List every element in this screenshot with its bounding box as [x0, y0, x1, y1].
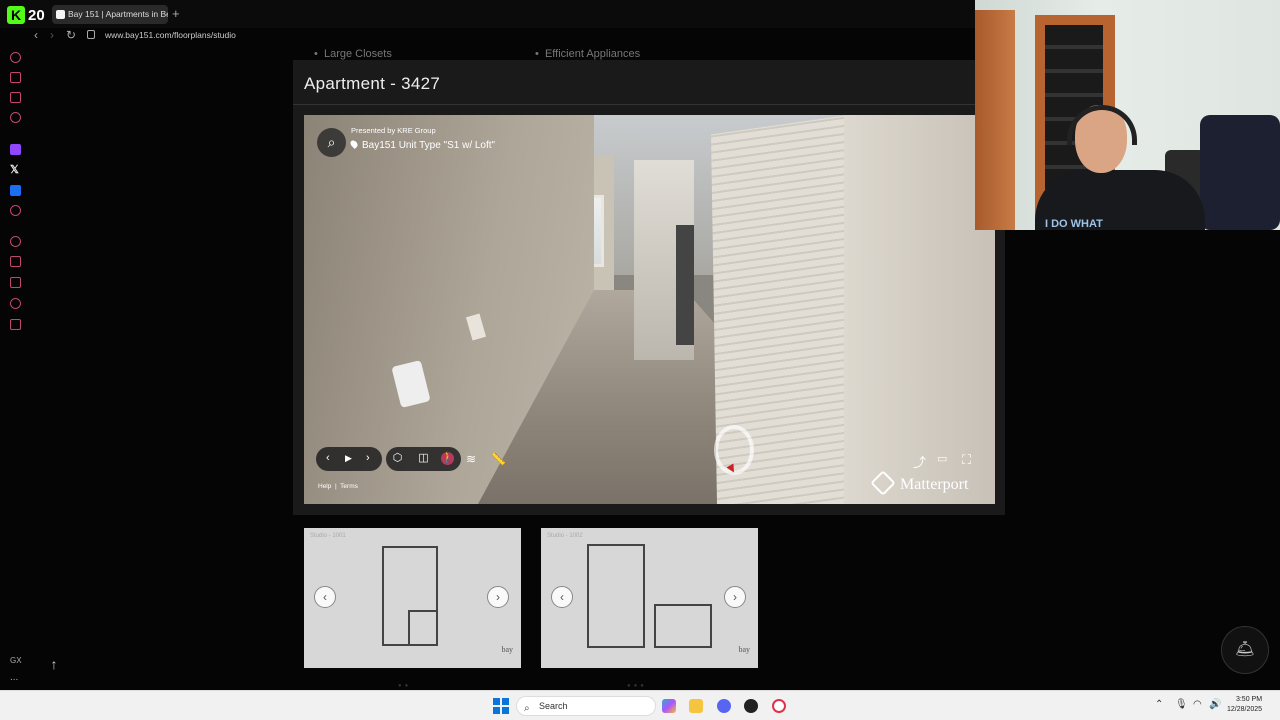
share-icon[interactable]: ⤴	[913, 452, 926, 471]
sidebar-store-icon[interactable]	[10, 112, 21, 123]
volume-icon[interactable]: 🔊	[1209, 699, 1221, 710]
browser-sidebar: 𝕏 GX ...	[0, 46, 30, 691]
next-icon[interactable]: ›	[366, 452, 370, 464]
floorplan-room	[408, 610, 438, 646]
forward-icon[interactable]: ›	[50, 28, 54, 42]
presented-by: Presented by KRE Group	[351, 126, 436, 135]
tab-title: Bay 151 | Apartments in Be	[68, 9, 168, 19]
copilot-icon[interactable]	[662, 699, 676, 713]
sidebar-social-icon[interactable]	[10, 205, 21, 216]
back-icon[interactable]: ‹	[34, 28, 38, 42]
concierge-bell-icon[interactable]: 🛎	[1221, 626, 1269, 674]
new-tab-button[interactable]: +	[172, 6, 180, 21]
fullscreen-icon[interactable]: ⛶	[962, 452, 971, 468]
floorplan-prev-icon[interactable]: ‹	[551, 586, 573, 608]
taskbar-search-label: Search	[539, 701, 568, 711]
matterport-mark-icon	[870, 470, 896, 496]
scroll-top-button[interactable]: ↑	[40, 650, 68, 678]
sidebar-gaming-icon[interactable]	[10, 72, 21, 83]
lock-icon	[87, 30, 95, 39]
reload-icon[interactable]: ↻	[66, 28, 76, 42]
sidebar-inbox-icon[interactable]	[10, 319, 21, 330]
sidebar-mods-icon[interactable]	[10, 92, 21, 103]
microphone-icon[interactable]: 🎙	[1175, 699, 1188, 710]
sidebar-player-icon[interactable]	[10, 236, 21, 247]
floorplan-next-icon[interactable]: ›	[487, 586, 509, 608]
webcam-streamer: I DO WHAT	[1035, 100, 1205, 230]
matterport-logo[interactable]: Matterport	[870, 470, 968, 496]
play-icon[interactable]: ▶	[345, 453, 352, 464]
modal-title: Apartment - 3427	[304, 74, 441, 93]
file-explorer-icon[interactable]	[689, 699, 703, 713]
webcam-overlay: I DO WHAT	[975, 0, 1280, 230]
floorplan-icon[interactable]: ◫	[417, 452, 430, 465]
tray-chevron-icon[interactable]: ⌃	[1155, 699, 1163, 710]
sidebar-pin-icon[interactable]	[10, 298, 21, 309]
taskbar-clock[interactable]: 3:50 PM 12/28/2025	[1227, 695, 1262, 715]
floorplan-card[interactable]: Studio - 1002 ‹ › bay	[541, 528, 758, 668]
amenity-item: • Efficient Appliances	[535, 48, 641, 60]
opera-gx-icon[interactable]	[772, 699, 786, 713]
bay-logo: bay	[738, 645, 750, 654]
walk-icon[interactable]: 🚶	[441, 452, 455, 465]
floorplan-next-icon[interactable]: ›	[724, 586, 746, 608]
address-bar: ‹ › ↻ www.bay151.com/floorplans/studio	[0, 26, 975, 44]
measure-icon[interactable]: 📏	[491, 452, 506, 466]
floorplan-drawing	[587, 544, 645, 648]
floorplan-card[interactable]: Studio - 1001 ‹ › bay	[304, 528, 521, 668]
scene-fridge	[676, 225, 694, 345]
app-icon[interactable]	[744, 699, 758, 713]
browser-tab[interactable]: Bay 151 | Apartments in Be	[52, 5, 168, 24]
floors-icon[interactable]: ≋	[466, 452, 476, 466]
clock-time: 3:50 PM	[1235, 696, 1263, 703]
carousel-dots[interactable]: ●●●	[627, 683, 647, 689]
help-link[interactable]: Help	[318, 483, 331, 490]
headphones-icon	[1067, 105, 1137, 145]
kick-count: 20	[28, 7, 45, 24]
windows-start-icon[interactable]	[493, 698, 509, 714]
dollhouse-icon[interactable]: ⬡	[391, 452, 404, 465]
x-icon[interactable]: 𝕏	[10, 163, 19, 176]
floorplan-label: Studio - 1001	[310, 533, 346, 539]
location-pin-icon	[349, 139, 359, 149]
webcam-door	[975, 10, 1015, 230]
sidebar-send-icon[interactable]	[10, 256, 21, 267]
sidebar-more-icon[interactable]: ...	[10, 672, 18, 683]
help-terms: Help | Terms	[318, 483, 358, 490]
matterport-viewer[interactable]: ⌕ Presented by KRE Group Bay151 Unit Typ…	[304, 115, 995, 504]
floorplan-loft	[654, 604, 712, 648]
search-icon[interactable]: ⌕	[317, 128, 346, 157]
unit-type-label[interactable]: Bay151 Unit Type "S1 w/ Loft"	[349, 139, 495, 151]
windows-taskbar: ⌕ Search ⌃ 🎙 ◠ 🔊 3:50 PM 12/28/2025	[0, 690, 1280, 720]
site-favicon-icon	[56, 10, 65, 19]
scene-door-frame	[844, 115, 995, 504]
discord-icon[interactable]	[717, 699, 731, 713]
tour-nav-pill: ‹ ▶ ›	[316, 447, 382, 471]
sidebar-gx-label[interactable]: GX	[10, 656, 22, 665]
shirt-text: I DO WHAT	[1045, 218, 1103, 230]
twitch-icon[interactable]	[10, 144, 21, 155]
view-mode-pill: ⬡ ◫ 🚶	[386, 447, 461, 471]
bay-logo: bay	[501, 645, 513, 654]
floorplan-prev-icon[interactable]: ‹	[314, 586, 336, 608]
floorplan-label: Studio - 1002	[547, 533, 583, 539]
sidebar-ai-icon[interactable]	[10, 52, 21, 63]
amenity-item: • Large Closets	[314, 48, 392, 60]
webcam-bag	[1200, 115, 1280, 230]
clock-date: 12/28/2025	[1227, 706, 1263, 713]
url-field[interactable]: www.bay151.com/floorplans/studio	[105, 30, 236, 40]
modal-divider	[293, 104, 1005, 105]
terms-link[interactable]: Terms	[340, 483, 358, 490]
search-icon: ⌕	[524, 703, 530, 714]
vr-icon[interactable]: ▭	[937, 452, 947, 465]
sidebar-map-icon[interactable]	[10, 277, 21, 288]
taskbar-search[interactable]: ⌕ Search	[516, 696, 656, 716]
bluesky-icon[interactable]	[10, 185, 21, 196]
kick-logo-icon[interactable]: K	[7, 6, 25, 24]
prev-icon[interactable]: ‹	[326, 452, 330, 464]
carousel-dots[interactable]: ●●	[398, 683, 411, 689]
wifi-icon[interactable]: ◠	[1193, 699, 1202, 710]
